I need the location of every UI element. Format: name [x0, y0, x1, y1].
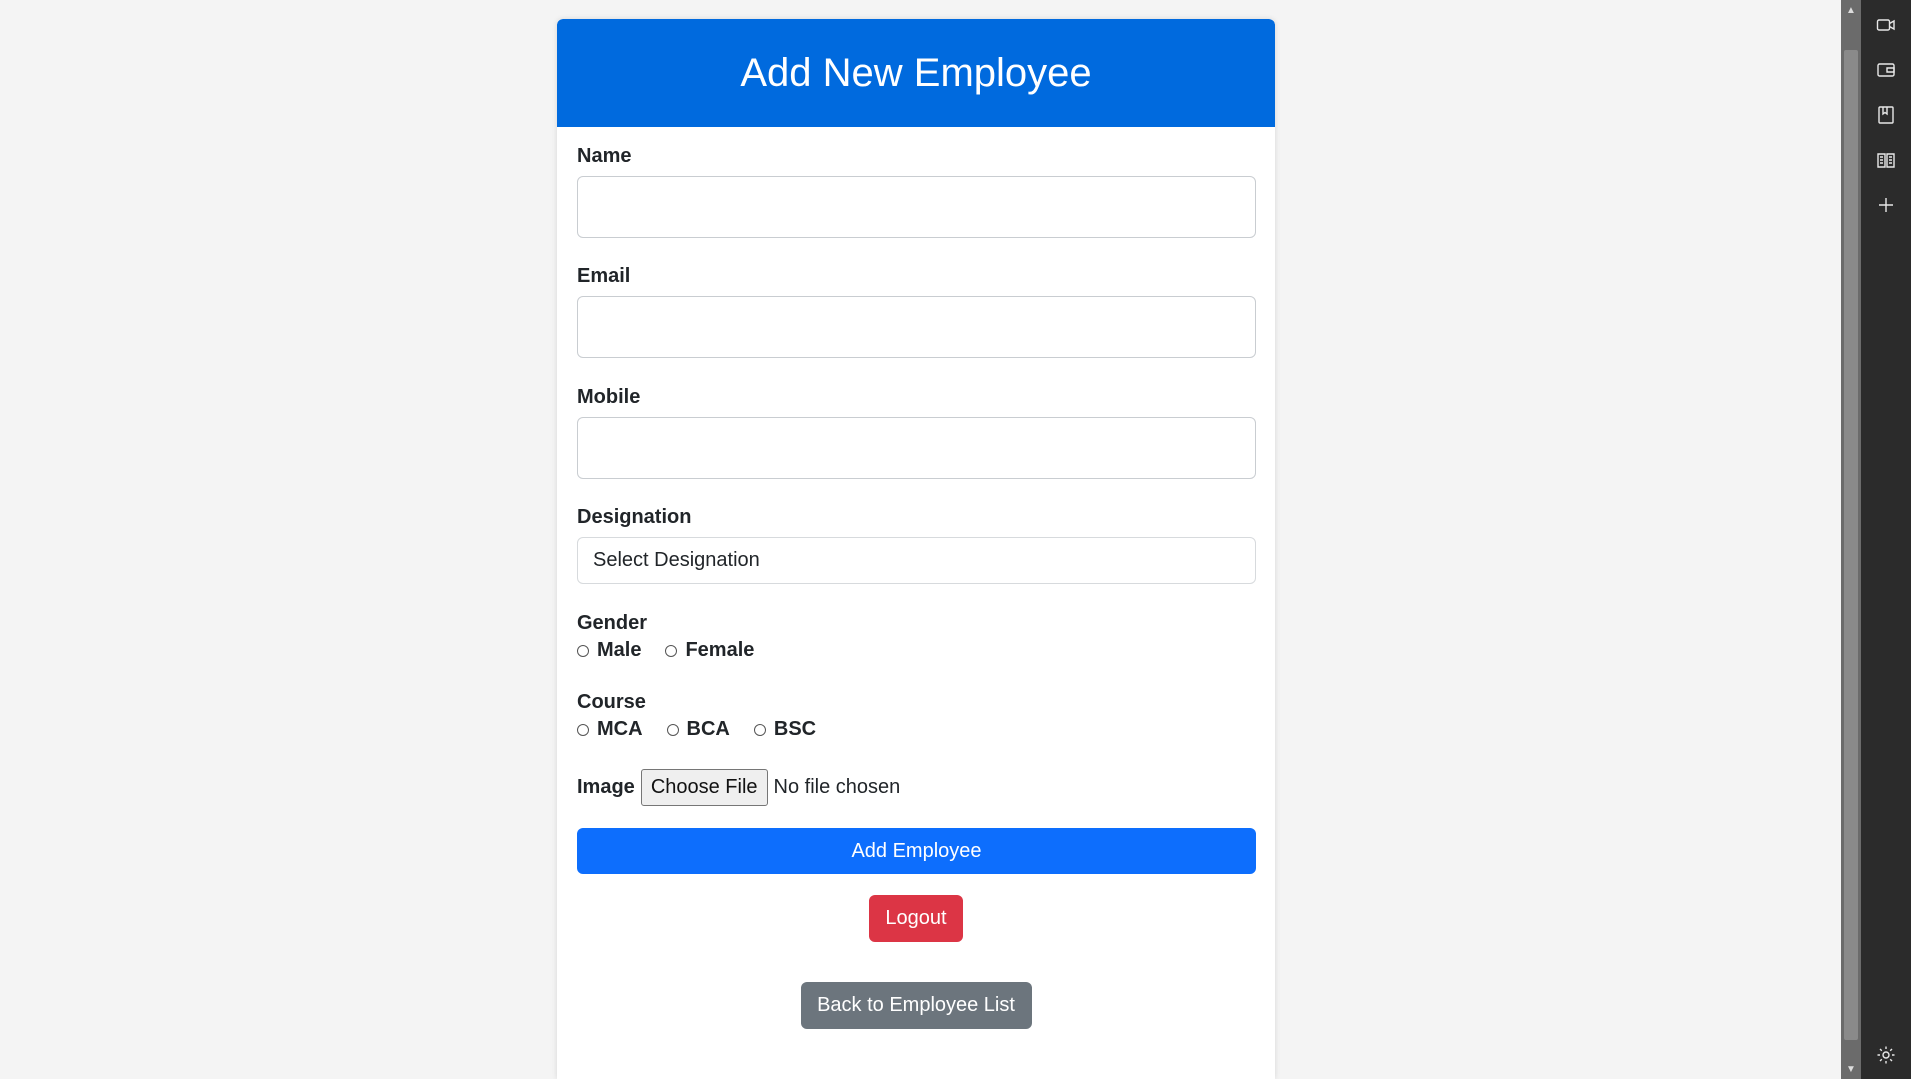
course-option-bca[interactable]: BCA	[666, 718, 730, 741]
add-employee-label: Add Employee	[851, 839, 982, 862]
page-title: Add New Employee	[557, 19, 1275, 127]
back-to-employee-list-button[interactable]: Back to Employee List	[800, 982, 1032, 1029]
gender-label: Gender	[577, 612, 648, 634]
name-input[interactable]	[577, 176, 1256, 238]
course-bsc-label: BSC	[773, 718, 817, 740]
form-body: Name Email Mobile Designation Select Des…	[557, 145, 1275, 1029]
wallet-icon[interactable]	[1874, 58, 1898, 82]
course-label: Course	[577, 691, 646, 713]
video-icon[interactable]	[1874, 13, 1898, 37]
add-icon[interactable]	[1874, 193, 1898, 217]
image-upload-row: Image Choose File No file chosen	[577, 769, 1255, 806]
add-employee-button[interactable]: Add Employee	[577, 828, 1256, 874]
course-bca-label: BCA	[686, 718, 730, 740]
back-wrapper: Back to Employee List	[577, 982, 1255, 1029]
page-title-text: Add New Employee	[740, 50, 1092, 95]
image-label: Image	[577, 776, 635, 798]
course-radio-group: MCA BCA BSC	[577, 718, 1255, 741]
bookmark-icon[interactable]	[1874, 103, 1898, 127]
scroll-up-arrow-icon[interactable]: ▲	[1841, 2, 1861, 18]
designation-select[interactable]: Select Designation	[577, 537, 1256, 584]
browser-side-panel	[1861, 0, 1911, 1079]
logout-label: Logout	[885, 907, 947, 929]
choose-file-button[interactable]: Choose File	[640, 769, 768, 806]
logout-button[interactable]: Logout	[869, 895, 963, 942]
gender-female-label: Female	[685, 639, 755, 661]
gender-male-label: Male	[597, 639, 642, 661]
gender-option-male[interactable]: Male	[577, 639, 641, 662]
gender-option-female[interactable]: Female	[665, 639, 754, 662]
radio-bsc[interactable]	[753, 723, 766, 736]
email-input[interactable]	[577, 296, 1256, 358]
page: Add New Employee Name Email Mobile Desig…	[0, 0, 1911, 1079]
name-label: Name	[577, 145, 632, 167]
designation-select-value: Select Designation	[593, 549, 760, 571]
course-option-bsc[interactable]: BSC	[753, 718, 817, 741]
settings-icon[interactable]	[1874, 1043, 1898, 1067]
course-option-mca[interactable]: MCA	[577, 718, 643, 741]
mobile-label: Mobile	[577, 386, 641, 408]
mobile-input[interactable]	[577, 417, 1256, 479]
radio-male[interactable]	[577, 644, 589, 657]
page-scrollbar[interactable]: ▲ ▼	[1841, 0, 1861, 1079]
reader-icon[interactable]	[1874, 148, 1898, 172]
back-label: Back to Employee List	[817, 994, 1015, 1016]
add-employee-card: Add New Employee Name Email Mobile Desig…	[557, 19, 1275, 1079]
radio-bca[interactable]	[666, 723, 679, 736]
gender-radio-group: Male Female	[577, 639, 1255, 662]
radio-female[interactable]	[665, 644, 678, 657]
choose-file-label: Choose File	[650, 776, 758, 798]
email-label: Email	[577, 265, 631, 287]
designation-label: Designation	[577, 506, 692, 528]
radio-mca[interactable]	[577, 723, 589, 736]
course-mca-label: MCA	[597, 718, 643, 740]
file-status-text: No file chosen	[773, 776, 901, 798]
logout-wrapper: Logout	[577, 895, 1255, 942]
scroll-down-arrow-icon[interactable]: ▼	[1841, 1061, 1861, 1077]
scrollbar-thumb[interactable]	[1844, 50, 1858, 1040]
